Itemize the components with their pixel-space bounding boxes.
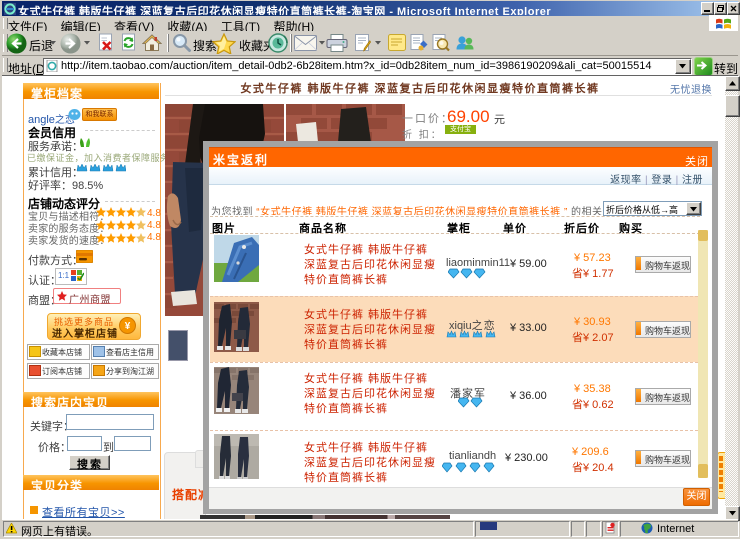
svg-text:¥: ¥ [125, 321, 131, 332]
